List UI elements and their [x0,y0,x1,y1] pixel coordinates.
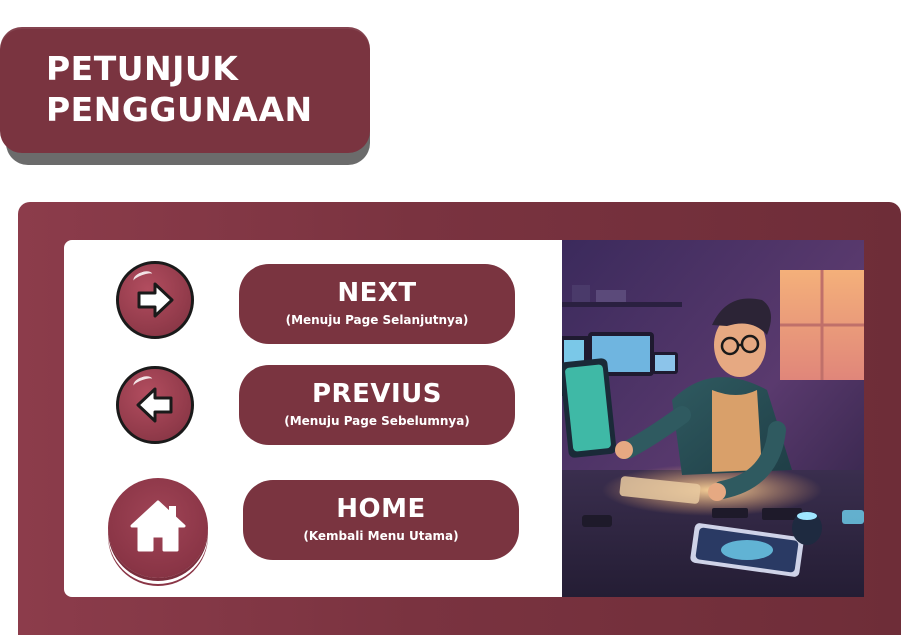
illustration-image [562,240,864,597]
home-icon [130,500,186,552]
home-button[interactable]: HOME (Kembali Menu Utama) [243,480,519,560]
next-button[interactable]: NEXT (Menuju Page Selanjutnya) [239,264,515,344]
previous-button-label: PREVIUS [312,379,442,409]
home-icon-button[interactable] [108,478,208,578]
arrow-right-icon [137,282,174,318]
home-button-description: (Kembali Menu Utama) [303,529,459,543]
page-title-line-1: PETUNJUK [46,49,239,88]
next-button-description: (Menuju Page Selanjutnya) [285,313,469,327]
home-button-label: HOME [336,494,426,524]
previous-button[interactable]: PREVIUS (Menuju Page Sebelumnya) [239,365,515,445]
person-at-desk-illustration [562,240,864,597]
next-button-label: NEXT [337,278,417,308]
next-icon-button[interactable] [116,261,194,339]
arrow-left-icon [136,387,173,423]
previous-icon-button[interactable] [116,366,194,444]
previous-button-description: (Menuju Page Sebelumnya) [284,414,470,428]
page-title: PETUNJUK PENGGUNAAN [46,48,313,130]
page-title-line-2: PENGGUNAAN [46,90,313,129]
